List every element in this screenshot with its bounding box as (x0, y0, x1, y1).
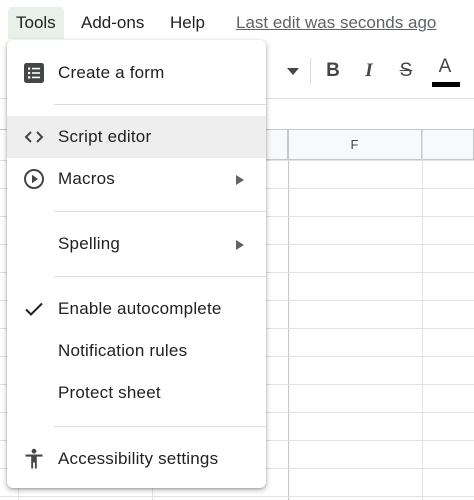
caret-down-icon (287, 68, 299, 75)
column-header-next[interactable] (422, 130, 474, 160)
bold-button[interactable]: B (318, 56, 348, 86)
strikethrough-button[interactable]: S (391, 56, 421, 86)
font-size-dropdown-caret[interactable] (278, 56, 308, 86)
menu-item-label: Macros (58, 169, 115, 188)
menu-tools[interactable]: Tools (8, 7, 64, 39)
menu-separator (54, 426, 266, 427)
menu-item-enable-autocomplete[interactable]: Enable autocomplete (7, 288, 266, 330)
italic-button[interactable]: I (354, 56, 384, 86)
form-icon (22, 61, 46, 85)
checkmark-icon (22, 297, 46, 321)
code-icon (22, 125, 46, 149)
menu-separator (54, 104, 266, 105)
last-edit-link[interactable]: Last edit was seconds ago (236, 7, 436, 39)
grid-line (0, 496, 474, 497)
toolbar-separator (310, 58, 311, 84)
menu-item-label: Notification rules (58, 341, 188, 360)
submenu-arrow-icon (236, 240, 244, 250)
submenu-arrow-icon (236, 175, 244, 185)
column-header-prev[interactable] (266, 130, 288, 160)
menu-separator (54, 276, 266, 277)
menu-item-macros[interactable]: Macros (7, 158, 266, 200)
grid-line (288, 130, 289, 500)
text-color-button[interactable]: A (430, 52, 460, 82)
menu-item-script-editor[interactable]: Script editor (7, 116, 266, 158)
accessibility-icon (22, 447, 46, 471)
text-color-indicator (432, 82, 460, 87)
menu-item-label: Protect sheet (58, 383, 161, 402)
grid-line (422, 130, 423, 500)
menu-item-label: Accessibility settings (58, 449, 219, 468)
menu-item-notification-rules[interactable]: Notification rules (7, 330, 266, 372)
menu-item-label: Script editor (58, 127, 152, 146)
menu-item-accessibility-settings[interactable]: Accessibility settings (7, 438, 266, 480)
menu-item-protect-sheet[interactable]: Protect sheet (7, 372, 266, 414)
menu-item-label: Spelling (58, 234, 121, 253)
menu-help[interactable]: Help (162, 7, 213, 39)
menu-item-spelling[interactable]: Spelling (7, 223, 266, 265)
menu-separator (54, 211, 266, 212)
play-circle-icon (22, 167, 46, 191)
menu-add-ons[interactable]: Add-ons (73, 7, 152, 39)
column-header-f[interactable]: F (288, 130, 422, 160)
menu-item-label: Enable autocomplete (58, 299, 222, 318)
tools-menu: Create a form Script editor Macros Spell… (7, 40, 266, 488)
menu-item-create-a-form[interactable]: Create a form (7, 52, 266, 94)
menu-item-label: Create a form (58, 63, 165, 82)
